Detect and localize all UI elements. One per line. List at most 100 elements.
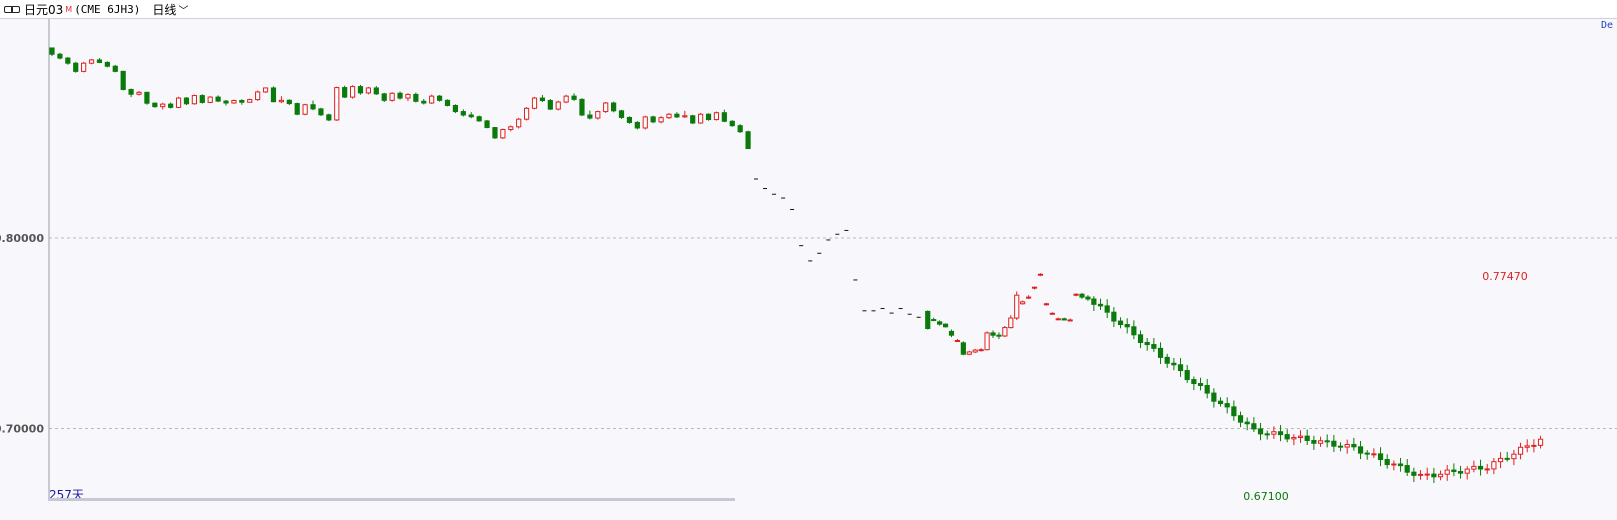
candle-body xyxy=(1304,435,1310,441)
candle-body xyxy=(1271,431,1277,435)
candle-body xyxy=(1097,303,1104,307)
candle-body xyxy=(1237,415,1244,423)
candle-body xyxy=(682,115,688,118)
scrollbar[interactable] xyxy=(49,498,735,501)
candle-body xyxy=(595,111,601,119)
candle-body xyxy=(1431,473,1437,478)
candle-body xyxy=(1091,298,1097,305)
candle-body xyxy=(1073,293,1079,296)
candle-body xyxy=(1104,305,1110,313)
candle xyxy=(960,341,966,356)
candle xyxy=(690,114,696,125)
candle-body xyxy=(721,112,727,122)
candle-body xyxy=(1244,421,1250,425)
candle xyxy=(555,100,561,111)
candle-body xyxy=(1457,471,1464,474)
candle xyxy=(318,107,324,116)
candle-body xyxy=(484,120,490,129)
candle-body xyxy=(1211,392,1217,402)
candle-body xyxy=(1031,286,1038,289)
chart-header: 日元03 M (CME 6JH3) 日线 ﹀ xyxy=(0,0,1617,19)
candle-body xyxy=(278,99,284,103)
candle xyxy=(112,64,118,73)
candle xyxy=(524,107,530,121)
candle-body xyxy=(365,87,371,94)
candle-body xyxy=(476,116,482,122)
candle xyxy=(175,96,182,109)
candle xyxy=(531,96,538,110)
candle-body xyxy=(1251,423,1257,430)
candle-body xyxy=(1391,463,1397,466)
candle xyxy=(365,86,371,95)
candle xyxy=(1014,291,1020,320)
candle xyxy=(302,103,308,116)
candle-body xyxy=(349,86,356,98)
candle-body xyxy=(737,125,743,133)
candle xyxy=(547,99,553,111)
candle-body xyxy=(334,87,340,121)
candle-body xyxy=(255,91,261,101)
candle-body xyxy=(144,91,150,104)
candlestick-chart[interactable]: 0.70000 0.80000 0.77470 0.67100 xyxy=(0,19,1617,519)
candle-body xyxy=(1117,320,1124,326)
candle xyxy=(231,99,237,104)
candle-body xyxy=(231,100,237,104)
candle-body xyxy=(1014,294,1020,319)
candle-body xyxy=(658,117,664,123)
candle-body xyxy=(1377,453,1384,461)
candle-body xyxy=(342,87,348,98)
candle-body xyxy=(1291,436,1297,440)
candle-body xyxy=(587,114,593,119)
candle-body xyxy=(500,128,506,139)
candle xyxy=(942,323,949,328)
candle-body xyxy=(1437,473,1444,478)
candle-body xyxy=(160,103,166,108)
candle-body xyxy=(1411,471,1417,476)
candle xyxy=(294,102,300,116)
candle-body xyxy=(1164,356,1170,364)
candle-body xyxy=(239,100,245,103)
candle-body xyxy=(1085,296,1091,300)
candle-body xyxy=(1524,445,1530,448)
instrument-code: (CME 6JH3) xyxy=(74,2,141,16)
candle-body xyxy=(1331,440,1337,447)
candle xyxy=(618,109,625,119)
candle-body xyxy=(1537,438,1544,446)
candle-body xyxy=(286,99,292,105)
candle xyxy=(444,99,451,107)
candle-body xyxy=(1451,469,1457,473)
candle-body xyxy=(1484,468,1490,471)
candle-body xyxy=(1464,468,1470,474)
candle-body xyxy=(1344,443,1350,448)
high-label: 0.77470 xyxy=(1482,270,1528,283)
link-icon[interactable] xyxy=(4,4,20,14)
candle-body xyxy=(666,113,672,119)
candle-body xyxy=(642,116,648,129)
candle-body xyxy=(705,113,712,121)
candle-body xyxy=(1204,385,1210,394)
candle-body xyxy=(120,70,126,90)
candle-body xyxy=(1144,341,1150,346)
candle xyxy=(1002,326,1008,338)
candle-body xyxy=(1043,303,1050,306)
candle xyxy=(737,124,743,133)
candle-body xyxy=(444,99,451,106)
candle xyxy=(183,97,190,106)
candle xyxy=(381,92,387,103)
candle-body xyxy=(942,323,949,328)
chevron-down-icon: ﹀ xyxy=(178,5,189,17)
candle-body xyxy=(152,102,158,108)
candle xyxy=(73,61,79,73)
candle xyxy=(966,350,972,356)
candle-body xyxy=(57,53,63,59)
candle xyxy=(925,310,931,330)
y-tick-label: 0.80000 xyxy=(0,232,44,245)
candle xyxy=(65,57,71,65)
period-selector[interactable]: 日线 ﹀ xyxy=(152,1,188,18)
candle xyxy=(595,110,601,120)
candle-body xyxy=(1137,334,1144,343)
candle-body xyxy=(954,340,961,343)
candle-body xyxy=(468,114,474,118)
candle xyxy=(984,331,990,351)
candle xyxy=(713,111,720,121)
